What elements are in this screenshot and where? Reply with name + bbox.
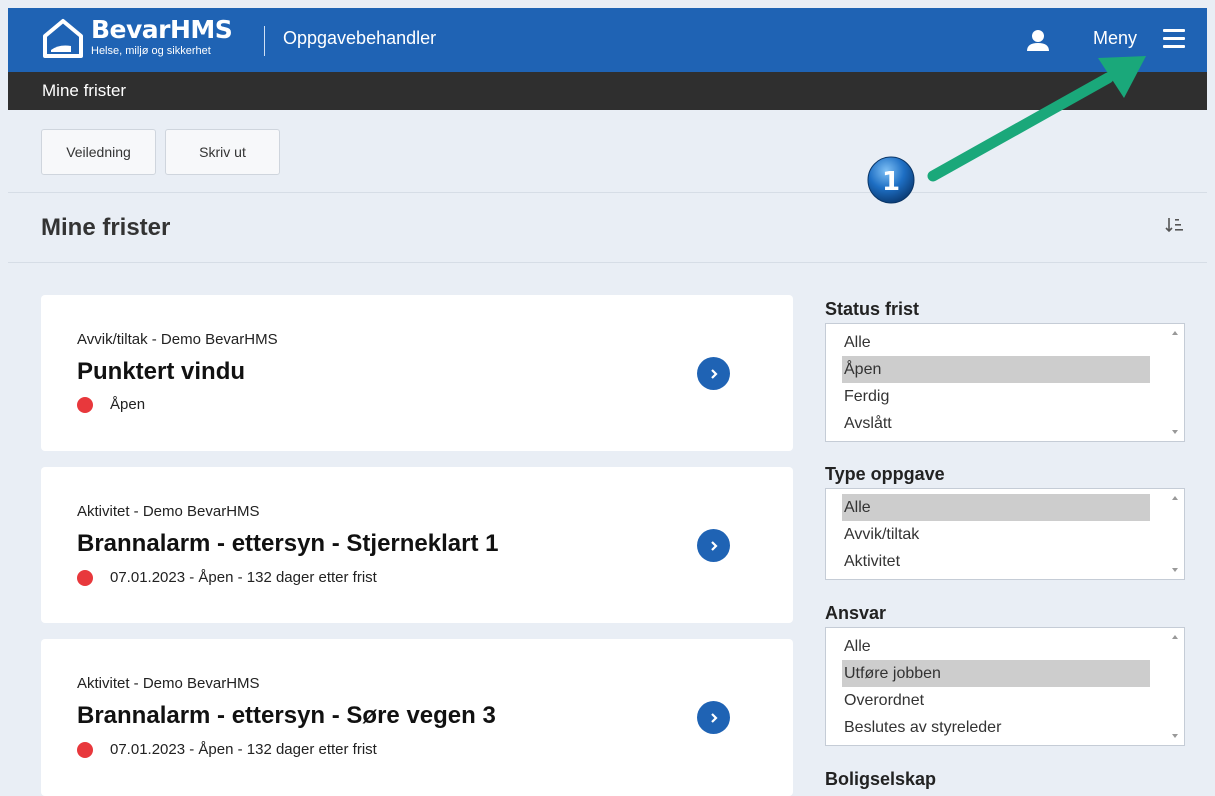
task-status: 07.01.2023 - Åpen - 132 dager etter fris… [77, 741, 377, 758]
menu-button-label[interactable]: Meny [1093, 28, 1137, 49]
brand-tagline: Helse, miljø og sikkerhet [91, 45, 211, 57]
header-divider [264, 26, 265, 56]
sort-icon[interactable] [1165, 216, 1185, 234]
task-status: Åpen [77, 396, 145, 413]
listbox-scrollbar[interactable] [1167, 628, 1184, 745]
status-dot [77, 569, 93, 586]
task-category: Avvik/tiltak - Demo BevarHMS [77, 331, 278, 348]
user-icon[interactable] [1026, 28, 1050, 52]
task-category: Aktivitet - Demo BevarHMS [77, 503, 260, 520]
status-dot [77, 741, 93, 758]
task-card[interactable]: Aktivitet - Demo BevarHMS Brannalarm - e… [41, 639, 793, 796]
house-logo-icon [43, 19, 83, 58]
listbox-option[interactable]: Alle [826, 329, 1150, 356]
listbox-option-selected[interactable]: Utføre jobben [842, 660, 1150, 687]
task-title: Brannalarm - ettersyn - Stjerneklart 1 [77, 530, 499, 557]
listbox-scrollbar[interactable] [1167, 489, 1184, 579]
ansvar-listbox[interactable]: Alle Utføre jobben Overordnet Beslutes a… [825, 627, 1185, 746]
breadcrumb-title: Mine frister [42, 81, 127, 100]
status-listbox[interactable]: Alle Åpen Ferdig Avslått [825, 323, 1185, 442]
open-task-button[interactable] [697, 701, 730, 734]
filter-label-ansvar: Ansvar [825, 603, 887, 623]
status-dot [77, 396, 93, 413]
listbox-option[interactable]: Beslutes av styreleder [826, 714, 1150, 741]
brand-name: BevarHMS [91, 15, 233, 44]
top-navigation-bar: BevarHMS Helse, miljø og sikkerhet Oppga… [8, 8, 1207, 72]
app-title: Oppgavebehandler [283, 28, 437, 48]
task-title: Brannalarm - ettersyn - Søre vegen 3 [77, 702, 496, 729]
print-button[interactable]: Skriv ut [165, 129, 280, 175]
listbox-option[interactable]: Overordnet [826, 687, 1150, 714]
task-card[interactable]: Avvik/tiltak - Demo BevarHMS Punktert vi… [41, 295, 793, 451]
divider [8, 262, 1207, 263]
page-title: Mine frister [41, 214, 171, 241]
task-status: 07.01.2023 - Åpen - 132 dager etter fris… [77, 569, 377, 586]
listbox-scrollbar[interactable] [1167, 324, 1184, 441]
brand-logo[interactable]: BevarHMS Helse, miljø og sikkerhet [41, 15, 233, 60]
filter-label-type: Type oppgave [825, 464, 945, 484]
chevron-right-icon [710, 540, 718, 551]
listbox-option[interactable]: Alle [826, 633, 1150, 660]
listbox-option-selected[interactable]: Alle [842, 494, 1150, 521]
filter-label-boligselskap: Boligselskap [825, 769, 937, 789]
chevron-right-icon [710, 712, 718, 723]
task-status-text: Åpen [110, 396, 146, 413]
divider [8, 192, 1207, 193]
open-task-button[interactable] [697, 357, 730, 390]
filter-label-status: Status frist [825, 299, 920, 319]
listbox-option-selected[interactable]: Åpen [842, 356, 1150, 383]
listbox-option[interactable]: Avslått [826, 410, 1150, 437]
breadcrumb-bar: Mine frister [8, 72, 1207, 110]
listbox-option[interactable]: Aktivitet [826, 548, 1150, 575]
task-status-text: 07.01.2023 - Åpen - 132 dager etter fris… [110, 569, 377, 586]
task-status-text: 07.01.2023 - Åpen - 132 dager etter fris… [110, 741, 377, 758]
listbox-option[interactable]: Ferdig [826, 383, 1150, 410]
task-card[interactable]: Aktivitet - Demo BevarHMS Brannalarm - e… [41, 467, 793, 623]
guide-button[interactable]: Veiledning [41, 129, 156, 175]
listbox-option[interactable]: Avvik/tiltak [826, 521, 1150, 548]
task-title: Punktert vindu [77, 358, 246, 385]
type-listbox[interactable]: Alle Avvik/tiltak Aktivitet [825, 488, 1185, 580]
chevron-right-icon [710, 368, 718, 379]
open-task-button[interactable] [697, 529, 730, 562]
annotation-marker: 1 [867, 156, 915, 204]
hamburger-icon[interactable] [1163, 29, 1185, 49]
task-category: Aktivitet - Demo BevarHMS [77, 675, 260, 692]
